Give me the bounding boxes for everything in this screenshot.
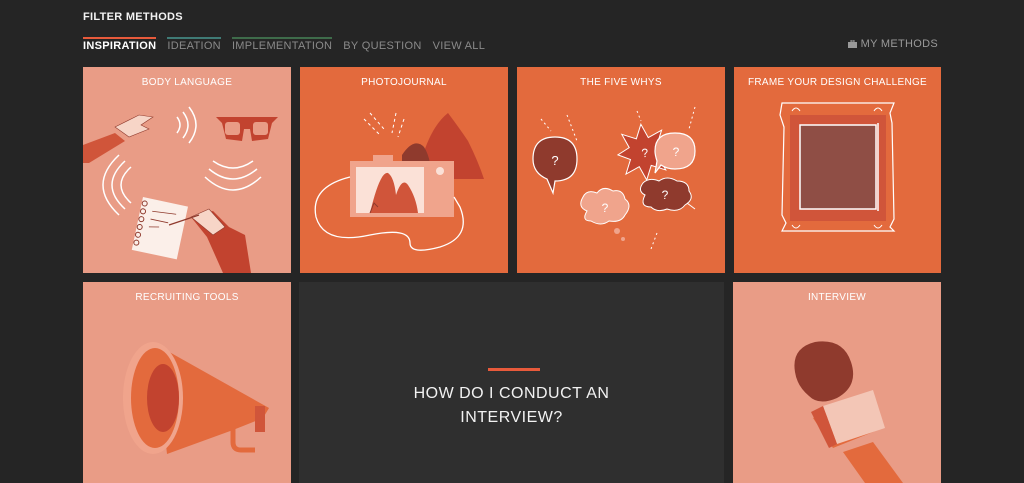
tab-label: VIEW ALL [432,40,486,52]
card-photojournal[interactable]: PHOTOJOURNAL [300,67,508,273]
svg-text:?: ? [662,188,669,202]
my-methods-label: MY METHODS [860,38,938,50]
card-interview[interactable]: INTERVIEW [733,282,941,483]
tab-indicator [231,37,333,39]
five-whys-illustration: ? ? ? ? ? [532,106,696,250]
filter-methods-title: FILTER METHODS [83,11,183,23]
svg-text:?: ? [673,145,680,159]
card-recruiting-tools[interactable]: RECRUITING TOOLS [83,282,291,483]
card-the-five-whys[interactable]: THE FIVE WHYS ? ? ? ? ? [517,67,725,273]
tab-label: BY QUESTION [343,40,422,52]
card-frame-your-design-challenge[interactable]: FRAME YOUR DESIGN CHALLENGE [734,67,941,273]
tab-view-all[interactable]: VIEW ALL [433,38,486,56]
tab-ideation[interactable]: IDEATION [167,37,221,56]
accent-line [488,368,540,371]
svg-text:?: ? [602,201,609,215]
filter-tabs: INSPIRATION IDEATION IMPLEMENTATION BY Q… [83,37,496,56]
body-language-illustration [83,106,278,273]
svg-text:?: ? [551,153,558,168]
tab-label: INSPIRATION [83,40,157,52]
my-methods-link[interactable]: MY METHODS [847,38,938,50]
tab-implementation[interactable]: IMPLEMENTATION [231,37,333,56]
photojournal-illustration [314,112,484,251]
briefcase-icon [847,40,857,48]
tab-inspiration[interactable]: INSPIRATION [83,37,157,56]
card-body-language[interactable]: BODY LANGUAGE [83,67,291,273]
tab-label: IMPLEMENTATION [231,40,333,52]
megaphone-icon [123,342,269,454]
tab-by-question[interactable]: BY QUESTION [343,38,421,56]
tab-label: IDEATION [167,40,221,52]
tab-indicator [167,37,221,39]
picture-frame-illustration [779,102,896,232]
microphone-icon [794,341,903,483]
featured-question-tile[interactable]: HOW DO I CONDUCT AN INTERVIEW? [299,282,724,483]
featured-question-text: HOW DO I CONDUCT AN INTERVIEW? [413,385,610,426]
tab-indicator [83,37,157,39]
